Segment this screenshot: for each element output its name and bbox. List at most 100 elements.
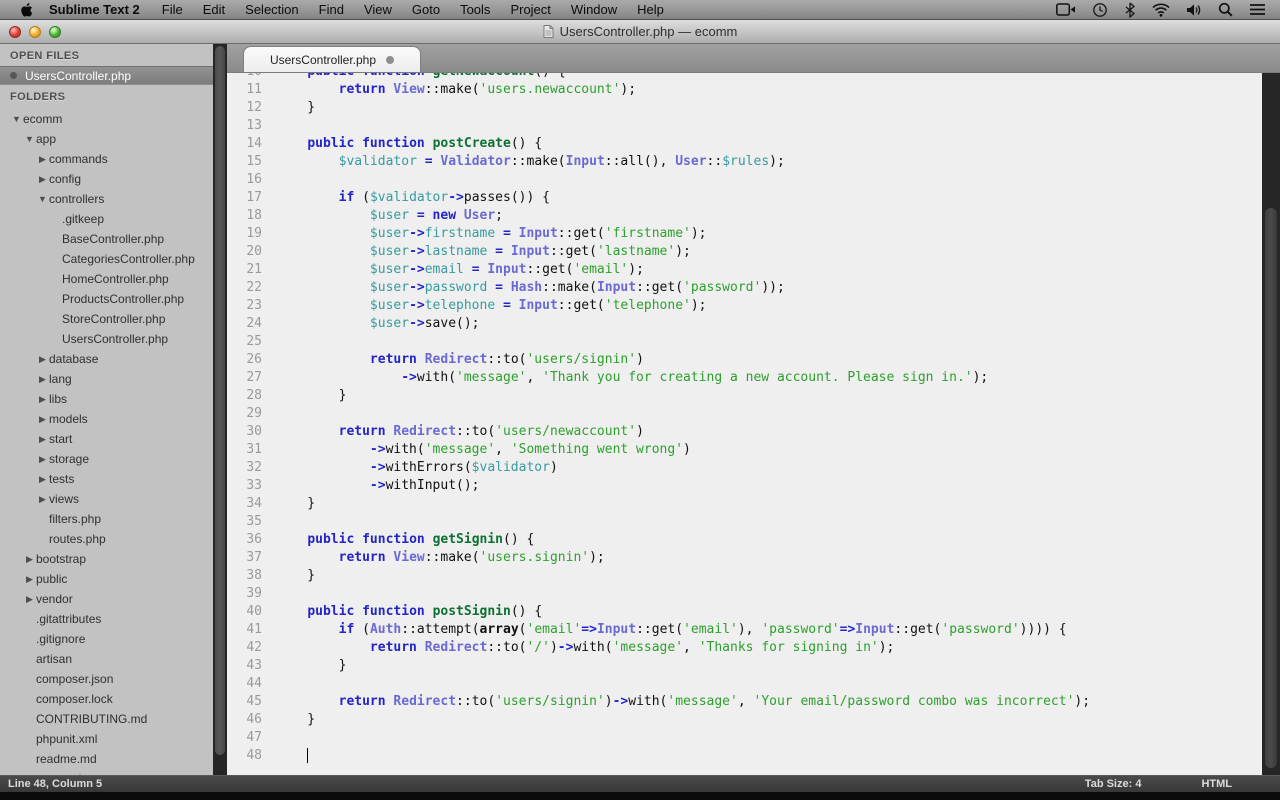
menu-item-window[interactable]: Window bbox=[571, 2, 617, 17]
line-content[interactable] bbox=[276, 117, 1280, 135]
line-content[interactable]: public function getSignin() { bbox=[276, 531, 1280, 549]
chevron-right-icon[interactable]: ▶ bbox=[36, 394, 49, 405]
code-line-32[interactable]: 32 ->withErrors($validator) bbox=[227, 459, 1280, 477]
code-line-46[interactable]: 46 } bbox=[227, 711, 1280, 729]
line-content[interactable]: $user->firstname = Input::get('firstname… bbox=[276, 225, 1280, 243]
line-content[interactable]: $user->email = Input::get('email'); bbox=[276, 261, 1280, 279]
code-line-28[interactable]: 28 } bbox=[227, 387, 1280, 405]
code-line-30[interactable]: 30 return Redirect::to('users/newaccount… bbox=[227, 423, 1280, 441]
tree-file-composer-json[interactable]: composer.json bbox=[0, 669, 213, 689]
wifi-icon[interactable] bbox=[1152, 2, 1170, 17]
chevron-right-icon[interactable]: ▶ bbox=[36, 174, 49, 185]
minimize-window-button[interactable] bbox=[29, 26, 41, 38]
line-content[interactable]: $user->lastname = Input::get('lastname')… bbox=[276, 243, 1280, 261]
code-line-43[interactable]: 43 } bbox=[227, 657, 1280, 675]
menu-item-file[interactable]: File bbox=[162, 2, 183, 17]
sidebar-scrollbar[interactable] bbox=[213, 44, 227, 775]
line-content[interactable]: public function postCreate() { bbox=[276, 135, 1280, 153]
tree-folder-bootstrap[interactable]: ▶ bootstrap bbox=[0, 549, 213, 569]
tree-file-phpunit-xml[interactable]: phpunit.xml bbox=[0, 729, 213, 749]
line-content[interactable] bbox=[276, 405, 1280, 423]
line-content[interactable]: } bbox=[276, 387, 1280, 405]
code-line-31[interactable]: 31 ->with('message', 'Something went wro… bbox=[227, 441, 1280, 459]
code-line-17[interactable]: 17 if ($validator->passes()) { bbox=[227, 189, 1280, 207]
line-content[interactable]: ->withErrors($validator) bbox=[276, 459, 1280, 477]
zoom-window-button[interactable] bbox=[49, 26, 61, 38]
line-content[interactable] bbox=[276, 729, 1280, 747]
menu-item-view[interactable]: View bbox=[364, 2, 392, 17]
code-line-47[interactable]: 47 bbox=[227, 729, 1280, 747]
tree-folder-lang[interactable]: ▶ lang bbox=[0, 369, 213, 389]
line-content[interactable]: return Redirect::to('/')->with('message'… bbox=[276, 639, 1280, 657]
tree-folder-public[interactable]: ▶ public bbox=[0, 569, 213, 589]
line-content[interactable]: ->with('message', 'Something went wrong'… bbox=[276, 441, 1280, 459]
menu-item-help[interactable]: Help bbox=[637, 2, 664, 17]
tree-file-categoriescontroller-php[interactable]: CategoriesController.php bbox=[0, 249, 213, 269]
apple-menu-icon[interactable] bbox=[20, 2, 33, 18]
tree-file-artisan[interactable]: artisan bbox=[0, 649, 213, 669]
tree-folder-libs[interactable]: ▶ libs bbox=[0, 389, 213, 409]
tree-folder-storage[interactable]: ▶ storage bbox=[0, 449, 213, 469]
tree-file-composer-lock[interactable]: composer.lock bbox=[0, 689, 213, 709]
tab-modified-dot-icon[interactable] bbox=[386, 55, 395, 64]
code-line-40[interactable]: 40 public function postSignin() { bbox=[227, 603, 1280, 621]
volume-icon[interactable] bbox=[1186, 3, 1202, 17]
tree-folder-start[interactable]: ▶ start bbox=[0, 429, 213, 449]
menu-item-find[interactable]: Find bbox=[319, 2, 344, 17]
code-line-19[interactable]: 19 $user->firstname = Input::get('firstn… bbox=[227, 225, 1280, 243]
code-line-25[interactable]: 25 bbox=[227, 333, 1280, 351]
tree-folder-commands[interactable]: ▶ commands bbox=[0, 149, 213, 169]
tree-file--gitignore[interactable]: .gitignore bbox=[0, 629, 213, 649]
line-content[interactable]: } bbox=[276, 99, 1280, 117]
bluetooth-icon[interactable] bbox=[1124, 2, 1136, 18]
chevron-right-icon[interactable]: ▶ bbox=[36, 354, 49, 365]
menu-item-tools[interactable]: Tools bbox=[460, 2, 490, 17]
tree-file-homecontroller-php[interactable]: HomeController.php bbox=[0, 269, 213, 289]
tree-file-storecontroller-php[interactable]: StoreController.php bbox=[0, 309, 213, 329]
line-content[interactable]: public function postSignin() { bbox=[276, 603, 1280, 621]
line-content[interactable]: if ($validator->passes()) { bbox=[276, 189, 1280, 207]
chevron-right-icon[interactable]: ▶ bbox=[36, 454, 49, 465]
chevron-right-icon[interactable]: ▶ bbox=[36, 154, 49, 165]
code-line-24[interactable]: 24 $user->save(); bbox=[227, 315, 1280, 333]
tree-file-filters-php[interactable]: filters.php bbox=[0, 509, 213, 529]
chevron-right-icon[interactable]: ▶ bbox=[23, 594, 36, 605]
line-content[interactable]: return View::make('users.newaccount'); bbox=[276, 81, 1280, 99]
chevron-right-icon[interactable]: ▶ bbox=[36, 434, 49, 445]
editor-scrollbar[interactable] bbox=[1262, 73, 1280, 775]
line-content[interactable]: if (Auth::attempt(array('email'=>Input::… bbox=[276, 621, 1280, 639]
line-content[interactable]: } bbox=[276, 711, 1280, 729]
chevron-right-icon[interactable]: ▶ bbox=[36, 414, 49, 425]
tab-size-selector[interactable]: Tab Size: 4 bbox=[1085, 778, 1142, 790]
line-content[interactable]: $user->password = Hash::make(Input::get(… bbox=[276, 279, 1280, 297]
tab-userscontroller-php[interactable]: UsersController.php bbox=[243, 46, 421, 72]
tree-folder-vendor[interactable]: ▶ vendor bbox=[0, 589, 213, 609]
code-line-39[interactable]: 39 bbox=[227, 585, 1280, 603]
code-area[interactable]: 10 public function getNewaccount() {11 r… bbox=[227, 73, 1280, 775]
tree-folder-app[interactable]: ▼ app bbox=[0, 129, 213, 149]
tree-file-readme-md[interactable]: readme.md bbox=[0, 749, 213, 769]
tree-file-userscontroller-php[interactable]: UsersController.php bbox=[0, 329, 213, 349]
line-content[interactable] bbox=[276, 333, 1280, 351]
code-line-44[interactable]: 44 bbox=[227, 675, 1280, 693]
tree-folder-models[interactable]: ▶ models bbox=[0, 409, 213, 429]
chevron-down-icon[interactable]: ▼ bbox=[36, 194, 49, 204]
menu-item-goto[interactable]: Goto bbox=[412, 2, 440, 17]
editor-scrollbar-thumb[interactable] bbox=[1265, 208, 1277, 768]
code-line-10[interactable]: 10 public function getNewaccount() { bbox=[227, 73, 1280, 81]
tree-folder-controllers[interactable]: ▼ controllers bbox=[0, 189, 213, 209]
chevron-right-icon[interactable]: ▶ bbox=[36, 494, 49, 505]
line-content[interactable]: $user->save(); bbox=[276, 315, 1280, 333]
line-content[interactable]: } bbox=[276, 657, 1280, 675]
spotlight-icon[interactable] bbox=[1218, 2, 1233, 17]
tree-folder-database[interactable]: ▶ database bbox=[0, 349, 213, 369]
tree-folder-views[interactable]: ▶ views bbox=[0, 489, 213, 509]
code-line-33[interactable]: 33 ->withInput(); bbox=[227, 477, 1280, 495]
code-line-22[interactable]: 22 $user->password = Hash::make(Input::g… bbox=[227, 279, 1280, 297]
line-content[interactable]: } bbox=[276, 567, 1280, 585]
tree-folder-tests[interactable]: ▶ tests bbox=[0, 469, 213, 489]
code-line-45[interactable]: 45 return Redirect::to('users/signin')->… bbox=[227, 693, 1280, 711]
code-line-34[interactable]: 34 } bbox=[227, 495, 1280, 513]
code-line-18[interactable]: 18 $user = new User; bbox=[227, 207, 1280, 225]
screen-recording-icon[interactable] bbox=[1056, 3, 1076, 16]
